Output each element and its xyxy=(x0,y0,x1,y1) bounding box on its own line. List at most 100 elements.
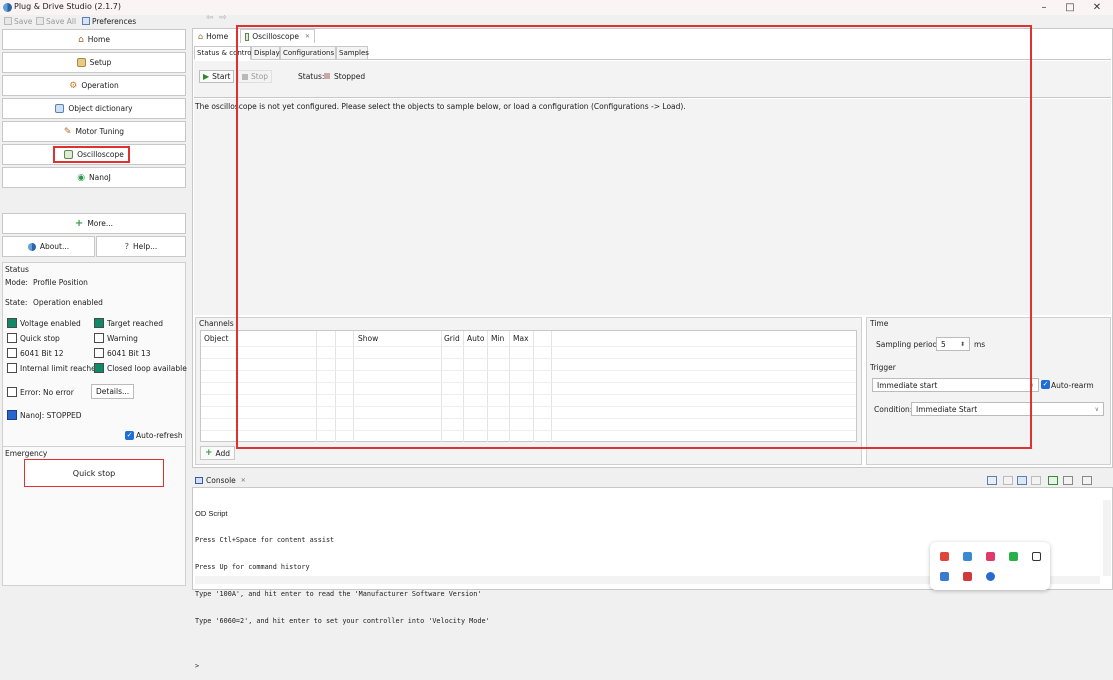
nav-nanoj-button[interactable]: ◉ NanoJ xyxy=(2,167,186,188)
open-console-icon[interactable] xyxy=(1063,476,1073,485)
nanoj-status-label: NanoJ: STOPPED xyxy=(20,411,82,420)
auto-rearm-checkbox[interactable]: ✓ xyxy=(1041,380,1050,389)
bluetooth-icon[interactable] xyxy=(986,572,995,581)
tray-app-icon[interactable] xyxy=(986,552,995,561)
pin-console-icon[interactable] xyxy=(1031,476,1041,485)
tab-oscilloscope[interactable]: Oscilloscope ✕ xyxy=(240,29,315,43)
console-title: OD Script xyxy=(195,509,228,518)
nav-more-button[interactable]: + More... xyxy=(2,213,186,234)
error-led xyxy=(7,387,17,397)
voltage-enabled-label: Voltage enabled xyxy=(20,319,81,328)
tab-home[interactable]: ⌂ Home xyxy=(194,29,232,43)
save-all-button[interactable]: Save All xyxy=(36,16,76,26)
voltage-enabled-led xyxy=(7,318,17,328)
oscilloscope-subtabs: Status & control Display Configurations … xyxy=(194,46,1111,60)
table-icon xyxy=(55,104,65,113)
save-button[interactable]: Save xyxy=(4,16,32,26)
tray-app-icon[interactable] xyxy=(963,552,972,561)
bit12-label: 6041 Bit 12 xyxy=(20,349,64,358)
system-tray-popup xyxy=(930,542,1050,590)
tray-app-icon[interactable] xyxy=(963,572,972,581)
console-header: Console ✕ xyxy=(192,474,1113,488)
emergency-heading: Emergency xyxy=(5,449,48,458)
close-tab-icon[interactable]: ✕ xyxy=(305,33,310,40)
preferences-icon xyxy=(82,17,90,25)
tray-app-icon[interactable] xyxy=(1009,552,1018,561)
scroll-lock-icon[interactable] xyxy=(1017,476,1027,485)
trigger-heading: Trigger xyxy=(870,363,896,372)
tray-app-icon[interactable] xyxy=(940,552,949,561)
save-all-icon xyxy=(36,17,44,25)
about-button[interactable]: About... xyxy=(2,236,95,257)
quick-stop-led xyxy=(7,333,17,343)
subtab-status-control[interactable]: Status & control xyxy=(194,46,253,60)
stop-button[interactable]: Stop xyxy=(238,70,273,83)
start-button[interactable]: ▶ Start xyxy=(199,70,235,83)
app-logo-icon xyxy=(3,3,12,12)
console-line: Press Ctl+Space for content assist xyxy=(195,536,335,544)
subtab-samples[interactable]: Samples xyxy=(336,46,369,60)
nanoj-icon: ◉ xyxy=(77,172,86,183)
status-indicator-icon xyxy=(324,73,330,79)
col-max: Max xyxy=(513,334,529,343)
help-icon: ? xyxy=(124,242,129,251)
closed-loop-led xyxy=(94,363,104,373)
console-line: Press Up for command history xyxy=(195,563,310,571)
closed-loop-label: Closed loop available xyxy=(107,364,187,373)
configuration-message: The oscilloscope is not yet configured. … xyxy=(195,102,686,111)
nav-object-dictionary-button[interactable]: Object dictionary xyxy=(2,98,186,119)
subtab-configurations[interactable]: Configurations xyxy=(280,46,336,60)
internal-limit-label: Internal limit reached xyxy=(20,364,101,373)
maximize-button[interactable]: □ xyxy=(1055,0,1085,15)
bit12-led xyxy=(7,348,17,358)
console-scrollbar[interactable] xyxy=(1103,500,1111,576)
console-toolbar-icon[interactable] xyxy=(987,476,997,485)
condition-select[interactable]: Immediate Start ∨ xyxy=(911,402,1104,416)
tray-app-icon[interactable] xyxy=(1032,552,1041,561)
tab-console[interactable]: Console ✕ xyxy=(195,476,246,485)
preferences-button[interactable]: Preferences xyxy=(82,16,136,26)
forward-arrow-icon[interactable]: ⇨ xyxy=(219,13,227,23)
channels-heading: Channels xyxy=(199,319,234,328)
subtab-display[interactable]: Display xyxy=(251,46,280,60)
nav-setup-button[interactable]: Setup xyxy=(2,52,186,73)
tray-app-icon[interactable] xyxy=(940,572,949,581)
target-reached-led xyxy=(94,318,104,328)
chevron-down-icon: ∨ xyxy=(1094,405,1099,413)
quick-stop-label: Quick stop xyxy=(20,334,60,343)
wrench-icon: ✎ xyxy=(63,126,72,137)
trigger-mode-select[interactable]: Immediate start ∨ xyxy=(872,378,1039,392)
warning-led xyxy=(94,333,104,343)
details-button[interactable]: Details... xyxy=(91,384,135,399)
help-button[interactable]: ? Help... xyxy=(96,236,186,257)
nav-home-button[interactable]: ⌂ Home xyxy=(2,29,186,50)
status-value: Stopped xyxy=(334,72,366,81)
close-button[interactable]: ✕ xyxy=(1082,0,1112,15)
warning-label: Warning xyxy=(107,334,138,343)
console-icon xyxy=(195,477,203,484)
quick-stop-button[interactable]: Quick stop xyxy=(24,459,164,487)
main-toolbar: Save Save All Preferences ⇦ ⇨ xyxy=(0,13,1113,27)
nav-motor-tuning-button[interactable]: ✎ Motor Tuning xyxy=(2,121,186,142)
display-console-icon[interactable] xyxy=(1048,476,1058,485)
mode-label: Mode: xyxy=(5,278,28,287)
window-title: Plug & Drive Studio (2.1.7) xyxy=(14,2,122,11)
status-heading: Status xyxy=(5,265,29,274)
console-output[interactable]: OD Script Press Ctl+Space for content as… xyxy=(195,491,490,680)
col-grid: Grid xyxy=(444,334,460,343)
back-arrow-icon[interactable]: ⇦ xyxy=(206,13,214,23)
internal-limit-led xyxy=(7,363,17,373)
nav-operation-button[interactable]: ⚙ Operation xyxy=(2,75,186,96)
sampling-period-input[interactable]: 5 ⬍ xyxy=(936,337,970,351)
spinner-icon[interactable]: ⬍ xyxy=(960,341,965,348)
channels-table[interactable]: Object Show Grid Auto Min Max xyxy=(200,330,857,442)
auto-refresh-checkbox[interactable]: ✓ xyxy=(125,431,134,440)
add-channel-button[interactable]: + Add xyxy=(200,446,236,460)
oscilloscope-icon xyxy=(245,32,250,41)
clear-console-icon[interactable] xyxy=(1003,476,1013,485)
close-tab-icon[interactable]: ✕ xyxy=(241,477,246,484)
col-object: Object xyxy=(204,334,229,343)
console-menu-icon[interactable] xyxy=(1082,476,1092,485)
status-label: Status: xyxy=(298,72,325,81)
state-value: Operation enabled xyxy=(33,298,103,307)
